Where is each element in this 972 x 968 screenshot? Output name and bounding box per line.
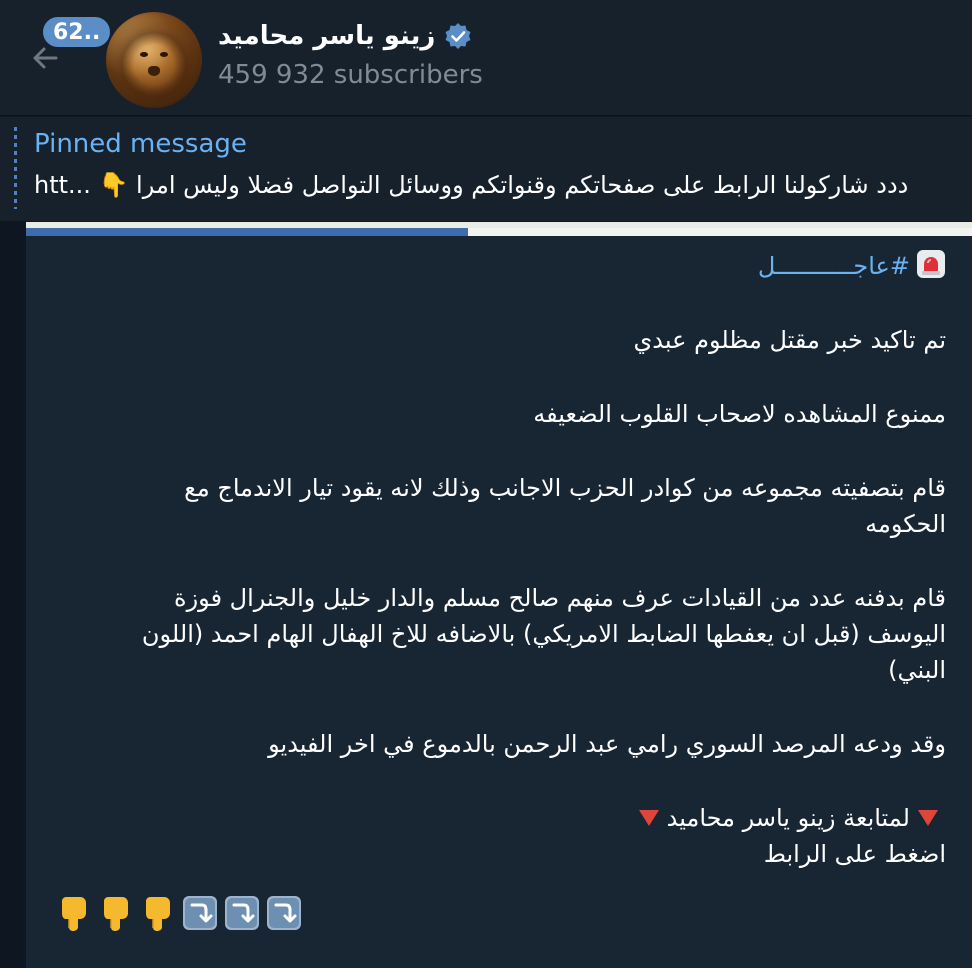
point-down-icon	[62, 897, 86, 931]
message-line-2: ممنوع المشاهده لاصحاب القلوب الضعيفه	[533, 400, 946, 428]
channel-header: 62.. زينو ياسر محاميد 459 932 subscriber…	[0, 0, 972, 116]
chat-gutter	[0, 222, 26, 968]
message-line-1: تم تاكيد خبر مقتل مظلوم عبدي	[633, 326, 946, 354]
siren-icon	[917, 250, 945, 278]
media-preview-edge[interactable]	[26, 222, 972, 236]
message-bubble: #عاجـــــــــــل تم تاكيد خبر مقتل مظلوم…	[26, 222, 972, 968]
arrow-turn-down-box-icon	[225, 896, 259, 930]
point-down-icon	[146, 897, 170, 931]
red-triangle-down-icon	[918, 810, 938, 826]
message-line-5: وقد ودعه المرصد السوري رامي عبد الرحمن ب…	[268, 730, 946, 758]
breaking-hashtag[interactable]: #عاجـــــــــــل	[758, 252, 910, 280]
message-line-3: قام بتصفيته مجموعه من كوادر الحزب الاجان…	[184, 474, 946, 538]
pinned-message-bar[interactable]: Pinned message ددد شاركولنا الرابط على ص…	[0, 117, 972, 221]
verified-check-icon	[445, 23, 471, 49]
message-header-line: #عاجـــــــــــل	[104, 248, 946, 284]
arrow-turn-down-box-icon	[267, 896, 301, 930]
follow-text: لمتابعة زينو ياسر محاميد	[666, 804, 910, 832]
message-line-4: قام بدفنه عدد من القيادات عرف منهم صالح …	[141, 584, 946, 684]
point-down-icon	[104, 897, 128, 931]
pinned-indicator	[14, 127, 17, 209]
pinned-title: Pinned message	[34, 129, 247, 159]
pinned-preview: ددد شاركولنا الرابط على صفحاتكم وقنواتكم…	[34, 171, 972, 211]
emoji-row	[56, 890, 302, 936]
press-link-line: اضغط على الرابط	[763, 840, 946, 868]
media-progress-bar	[26, 228, 468, 236]
pinned-preview-text: ددد شاركولنا الرابط على صفحاتكم وقنواتكم…	[34, 171, 909, 199]
channel-avatar[interactable]	[106, 12, 202, 108]
unread-count-badge[interactable]: 62..	[40, 14, 114, 50]
chat-area: #عاجـــــــــــل تم تاكيد خبر مقتل مظلوم…	[0, 222, 972, 968]
arrow-turn-down-box-icon	[183, 896, 217, 930]
channel-title-row[interactable]: زينو ياسر محاميد	[218, 16, 473, 56]
media-progress-track	[468, 228, 972, 236]
red-triangle-down-icon	[638, 810, 659, 826]
channel-name: زينو ياسر محاميد	[218, 21, 436, 51]
follow-line: لمتابعة زينو ياسر محاميد	[104, 800, 946, 836]
subscriber-count: 459 932 subscribers	[218, 60, 483, 90]
telegram-channel-window: 62.. زينو ياسر محاميد 459 932 subscriber…	[0, 0, 972, 968]
message-text: #عاجـــــــــــل تم تاكيد خبر مقتل مظلوم…	[104, 248, 946, 872]
